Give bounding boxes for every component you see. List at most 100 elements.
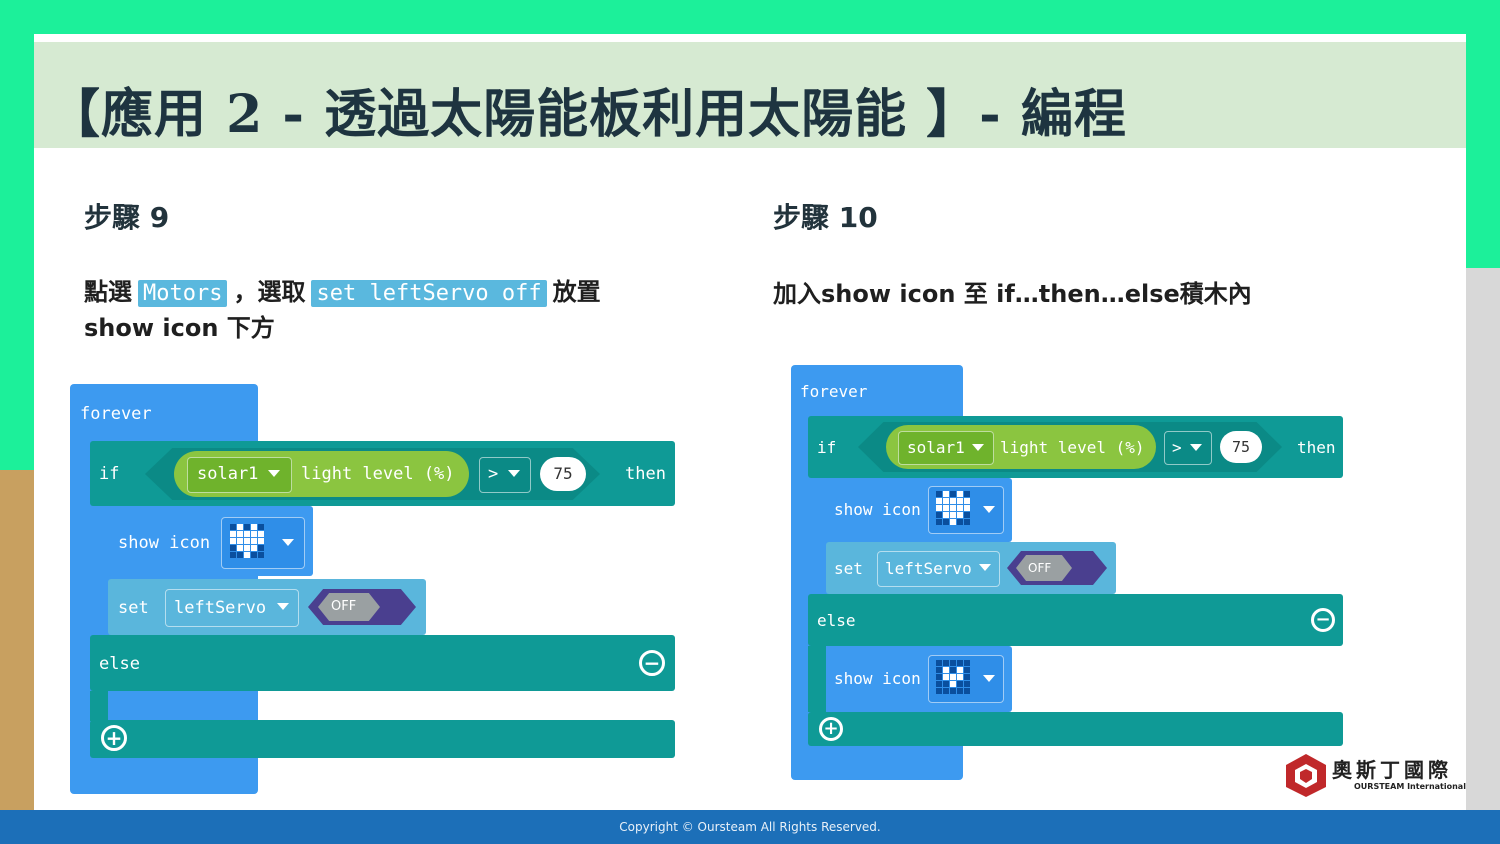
- show-icon-label-2: show icon: [834, 500, 921, 519]
- off-label-2: OFF: [1028, 561, 1052, 575]
- led-pixel: [950, 674, 956, 680]
- led-pixel: [943, 498, 949, 504]
- led-pixel: [244, 524, 250, 530]
- led-pixel: [936, 688, 942, 694]
- light-level-label: light level (%): [301, 464, 455, 484]
- threshold-input[interactable]: 75: [540, 457, 586, 491]
- led-pixel: [230, 545, 236, 551]
- led-pixel: [936, 674, 942, 680]
- icon-dropdown-arrow-icon: [282, 539, 294, 546]
- led-pixel: [943, 688, 949, 694]
- led-pixel: [943, 681, 949, 687]
- led-pixel: [936, 519, 942, 525]
- step9-desc-mid: ，選取: [233, 278, 306, 306]
- led-pixel: [237, 552, 243, 558]
- solar-label-2: solar1: [907, 438, 965, 457]
- led-pixel: [964, 519, 970, 525]
- led-pixel: [251, 545, 257, 551]
- add-else-icon-2[interactable]: +: [819, 717, 843, 741]
- then-label-2: then: [1297, 438, 1336, 457]
- else-slot-rail: [90, 691, 108, 721]
- set-label: set: [118, 598, 149, 618]
- led-pixel: [943, 667, 949, 673]
- step9-heading: 步驟 9: [84, 201, 170, 234]
- operator-dropdown[interactable]: [479, 457, 531, 493]
- led-pixel: [936, 505, 942, 511]
- small-heart-icon: [936, 660, 970, 694]
- led-pixel: [943, 491, 949, 497]
- led-pixel: [950, 505, 956, 511]
- else-block: [90, 635, 675, 691]
- motors-chip: Motors: [138, 280, 228, 307]
- if-label-2: if: [817, 438, 837, 457]
- set-label-2: set: [834, 559, 863, 578]
- led-pixel: [936, 660, 942, 666]
- led-pixel: [936, 491, 942, 497]
- led-pixel: [964, 667, 970, 673]
- forever-label: forever: [80, 404, 152, 424]
- copyright-text: Copyright © Oursteam All Rights Reserved…: [619, 820, 881, 834]
- servo-dropdown-arrow-icon: [277, 603, 289, 610]
- solar-dropdown-arrow-icon: [268, 470, 280, 477]
- logo-name: 奧斯丁國際: [1332, 758, 1452, 782]
- led-pixel: [251, 538, 257, 544]
- else-block-2: [808, 594, 1343, 646]
- led-pixel: [237, 545, 243, 551]
- servo-label: leftServo: [174, 598, 267, 618]
- if-bottom-2: [808, 712, 1343, 746]
- logo: 奧斯丁國際 OURSTEAM International: [1282, 750, 1466, 800]
- else-label-2: else: [817, 611, 856, 630]
- logo-sub: OURSTEAM International: [1354, 782, 1466, 791]
- remove-else-icon-2[interactable]: −: [1311, 608, 1335, 632]
- led-pixel: [957, 491, 963, 497]
- led-pixel: [950, 688, 956, 694]
- operator-arrow-icon: [508, 470, 520, 477]
- led-pixel: [936, 498, 942, 504]
- else-label: else: [99, 654, 140, 674]
- led-pixel: [936, 681, 942, 687]
- operator-label: >: [488, 464, 499, 484]
- led-pixel: [251, 552, 257, 558]
- step10-heading: 步驟 10: [773, 201, 878, 234]
- led-pixel: [258, 545, 264, 551]
- led-pixel: [950, 667, 956, 673]
- threshold-input-2[interactable]: 75: [1220, 431, 1262, 463]
- led-pixel: [964, 688, 970, 694]
- background-accent-right: [1460, 268, 1500, 844]
- light-level-label-2: light level (%): [1000, 438, 1145, 457]
- led-pixel: [230, 524, 236, 530]
- led-pixel: [964, 498, 970, 504]
- led-pixel: [950, 498, 956, 504]
- led-pixel: [957, 519, 963, 525]
- led-pixel: [950, 681, 956, 687]
- then-label: then: [625, 464, 666, 484]
- if-label: if: [99, 464, 120, 484]
- off-label: OFF: [331, 599, 357, 614]
- operator-arrow-icon-2: [1190, 444, 1202, 451]
- led-pixel: [943, 660, 949, 666]
- led-pixel: [258, 531, 264, 537]
- remove-else-icon[interactable]: −: [639, 650, 665, 676]
- led-pixel: [957, 681, 963, 687]
- step9-desc-suffix: 放置: [552, 278, 601, 306]
- led-pixel: [964, 491, 970, 497]
- led-pixel: [950, 660, 956, 666]
- led-pixel: [964, 505, 970, 511]
- led-pixel: [230, 538, 236, 544]
- led-pixel: [230, 552, 236, 558]
- led-pixel: [244, 552, 250, 558]
- add-else-icon[interactable]: +: [101, 725, 127, 751]
- led-pixel: [957, 674, 963, 680]
- forever-label-2: forever: [800, 382, 868, 401]
- led-pixel: [964, 681, 970, 687]
- else-show-icon-label: show icon: [834, 669, 921, 688]
- show-icon-label: show icon: [118, 533, 211, 553]
- led-pixel: [237, 524, 243, 530]
- led-pixel: [936, 512, 942, 518]
- slide-title: 【應用 2 - 透過太陽能板利用太陽能 】- 編程: [48, 84, 1127, 145]
- led-pixel: [950, 519, 956, 525]
- led-pixel: [258, 524, 264, 530]
- set-servo-chip: set leftServo off: [311, 280, 547, 307]
- solar-label: solar1: [197, 464, 259, 484]
- step9-desc-prefix: 點選: [84, 278, 132, 306]
